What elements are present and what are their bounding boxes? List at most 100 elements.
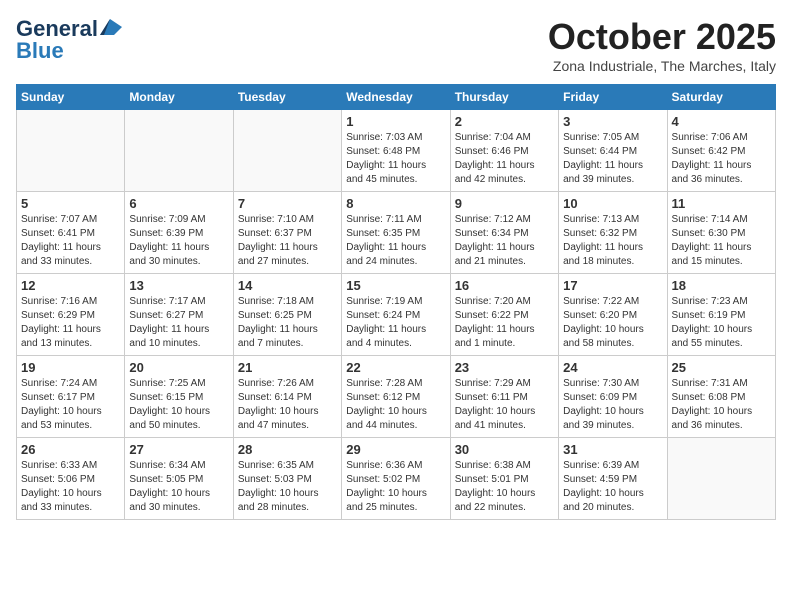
- day-number: 28: [238, 442, 337, 457]
- day-number: 14: [238, 278, 337, 293]
- calendar-week-row: 5 Sunrise: 7:07 AM Sunset: 6:41 PM Daylig…: [17, 192, 776, 274]
- day-number: 7: [238, 196, 337, 211]
- day-number: 24: [563, 360, 662, 375]
- calendar-day-14: 14 Sunrise: 7:18 AM Sunset: 6:25 PM Dayli…: [233, 274, 341, 356]
- calendar-day-6: 6 Sunrise: 7:09 AM Sunset: 6:39 PM Daylig…: [125, 192, 233, 274]
- calendar-table: SundayMondayTuesdayWednesdayThursdayFrid…: [16, 84, 776, 520]
- day-number: 31: [563, 442, 662, 457]
- calendar-day-3: 3Sunrise: 7:05 AM Sunset: 6:44 PM Daylig…: [559, 110, 667, 192]
- day-info: Sunrise: 7:06 AM Sunset: 6:42 PM Dayligh…: [672, 131, 771, 187]
- calendar-day-empty: [667, 438, 775, 520]
- day-info: Sunrise: 6:38 AM Sunset: 5:01 PM Dayligh…: [455, 459, 554, 515]
- weekday-header-monday: Monday: [125, 85, 233, 110]
- calendar-day-29: 29 Sunrise: 6:36 AM Sunset: 5:02 PM Dayli…: [342, 438, 450, 520]
- day-number: 16: [455, 278, 554, 293]
- day-number: 18: [672, 278, 771, 293]
- day-info: Sunrise: 7:13 AM Sunset: 6:32 PM Dayligh…: [563, 213, 662, 269]
- page-header: General Blue October 2025 Zona Industria…: [16, 16, 776, 74]
- day-info: Sunrise: 7:23 AM Sunset: 6:19 PM Dayligh…: [672, 295, 771, 351]
- calendar-day-17: 17 Sunrise: 7:22 AM Sunset: 6:20 PM Dayli…: [559, 274, 667, 356]
- day-info: Sunrise: 7:12 AM Sunset: 6:34 PM Dayligh…: [455, 213, 554, 269]
- day-info: Sunrise: 7:31 AM Sunset: 6:08 PM Dayligh…: [672, 377, 771, 433]
- calendar-week-row: 19 Sunrise: 7:24 AM Sunset: 6:17 PM Dayli…: [17, 356, 776, 438]
- calendar-week-row: 12Sunrise: 7:16 AM Sunset: 6:29 PM Dayli…: [17, 274, 776, 356]
- day-info: Sunrise: 7:20 AM Sunset: 6:22 PM Dayligh…: [455, 295, 554, 351]
- day-info: Sunrise: 6:33 AM Sunset: 5:06 PM Dayligh…: [21, 459, 120, 515]
- calendar-day-5: 5 Sunrise: 7:07 AM Sunset: 6:41 PM Daylig…: [17, 192, 125, 274]
- location-subtitle: Zona Industriale, The Marches, Italy: [548, 58, 776, 74]
- day-info: Sunrise: 7:11 AM Sunset: 6:35 PM Dayligh…: [346, 213, 445, 269]
- logo: General Blue: [16, 16, 122, 64]
- calendar-day-4: 4 Sunrise: 7:06 AM Sunset: 6:42 PM Daylig…: [667, 110, 775, 192]
- day-number: 23: [455, 360, 554, 375]
- day-number: 26: [21, 442, 120, 457]
- day-info: Sunrise: 7:07 AM Sunset: 6:41 PM Dayligh…: [21, 213, 120, 269]
- day-number: 4: [672, 114, 771, 129]
- calendar-day-empty: [17, 110, 125, 192]
- day-info: Sunrise: 7:16 AM Sunset: 6:29 PM Dayligh…: [21, 295, 120, 351]
- day-info: Sunrise: 7:19 AM Sunset: 6:24 PM Dayligh…: [346, 295, 445, 351]
- day-info: Sunrise: 7:17 AM Sunset: 6:27 PM Dayligh…: [129, 295, 228, 351]
- day-info: Sunrise: 6:36 AM Sunset: 5:02 PM Dayligh…: [346, 459, 445, 515]
- day-number: 8: [346, 196, 445, 211]
- calendar-week-row: 1 Sunrise: 7:03 AM Sunset: 6:48 PM Daylig…: [17, 110, 776, 192]
- calendar-day-empty: [125, 110, 233, 192]
- day-info: Sunrise: 7:22 AM Sunset: 6:20 PM Dayligh…: [563, 295, 662, 351]
- calendar-day-13: 13 Sunrise: 7:17 AM Sunset: 6:27 PM Dayli…: [125, 274, 233, 356]
- month-title: October 2025: [548, 16, 776, 58]
- day-number: 1: [346, 114, 445, 129]
- day-info: Sunrise: 7:09 AM Sunset: 6:39 PM Dayligh…: [129, 213, 228, 269]
- day-number: 15: [346, 278, 445, 293]
- day-info: Sunrise: 7:29 AM Sunset: 6:11 PM Dayligh…: [455, 377, 554, 433]
- day-info: Sunrise: 7:24 AM Sunset: 6:17 PM Dayligh…: [21, 377, 120, 433]
- day-info: Sunrise: 7:28 AM Sunset: 6:12 PM Dayligh…: [346, 377, 445, 433]
- calendar-day-1: 1 Sunrise: 7:03 AM Sunset: 6:48 PM Daylig…: [342, 110, 450, 192]
- title-block: October 2025 Zona Industriale, The March…: [548, 16, 776, 74]
- weekday-header-row: SundayMondayTuesdayWednesdayThursdayFrid…: [17, 85, 776, 110]
- calendar-day-30: 30 Sunrise: 6:38 AM Sunset: 5:01 PM Dayli…: [450, 438, 558, 520]
- day-info: Sunrise: 6:35 AM Sunset: 5:03 PM Dayligh…: [238, 459, 337, 515]
- calendar-day-10: 10Sunrise: 7:13 AM Sunset: 6:32 PM Dayli…: [559, 192, 667, 274]
- calendar-day-31: 31 Sunrise: 6:39 AM Sunset: 4:59 PM Dayli…: [559, 438, 667, 520]
- calendar-day-2: 2 Sunrise: 7:04 AM Sunset: 6:46 PM Daylig…: [450, 110, 558, 192]
- calendar-day-8: 8 Sunrise: 7:11 AM Sunset: 6:35 PM Daylig…: [342, 192, 450, 274]
- day-info: Sunrise: 7:18 AM Sunset: 6:25 PM Dayligh…: [238, 295, 337, 351]
- day-number: 13: [129, 278, 228, 293]
- calendar-day-25: 25 Sunrise: 7:31 AM Sunset: 6:08 PM Dayli…: [667, 356, 775, 438]
- weekday-header-saturday: Saturday: [667, 85, 775, 110]
- day-info: Sunrise: 6:39 AM Sunset: 4:59 PM Dayligh…: [563, 459, 662, 515]
- calendar-day-22: 22 Sunrise: 7:28 AM Sunset: 6:12 PM Dayli…: [342, 356, 450, 438]
- weekday-header-friday: Friday: [559, 85, 667, 110]
- calendar-day-9: 9 Sunrise: 7:12 AM Sunset: 6:34 PM Daylig…: [450, 192, 558, 274]
- calendar-day-20: 20Sunrise: 7:25 AM Sunset: 6:15 PM Dayli…: [125, 356, 233, 438]
- day-number: 5: [21, 196, 120, 211]
- day-number: 25: [672, 360, 771, 375]
- day-number: 30: [455, 442, 554, 457]
- day-number: 2: [455, 114, 554, 129]
- calendar-day-26: 26 Sunrise: 6:33 AM Sunset: 5:06 PM Dayli…: [17, 438, 125, 520]
- weekday-header-wednesday: Wednesday: [342, 85, 450, 110]
- day-number: 29: [346, 442, 445, 457]
- day-number: 6: [129, 196, 228, 211]
- logo-text-blue: Blue: [16, 38, 64, 64]
- calendar-day-16: 16 Sunrise: 7:20 AM Sunset: 6:22 PM Dayli…: [450, 274, 558, 356]
- day-info: Sunrise: 7:04 AM Sunset: 6:46 PM Dayligh…: [455, 131, 554, 187]
- day-number: 9: [455, 196, 554, 211]
- day-number: 20: [129, 360, 228, 375]
- day-info: Sunrise: 7:03 AM Sunset: 6:48 PM Dayligh…: [346, 131, 445, 187]
- calendar-day-21: 21 Sunrise: 7:26 AM Sunset: 6:14 PM Dayli…: [233, 356, 341, 438]
- day-info: Sunrise: 7:10 AM Sunset: 6:37 PM Dayligh…: [238, 213, 337, 269]
- day-number: 11: [672, 196, 771, 211]
- calendar-day-27: 27Sunrise: 6:34 AM Sunset: 5:05 PM Dayli…: [125, 438, 233, 520]
- calendar-day-28: 28 Sunrise: 6:35 AM Sunset: 5:03 PM Dayli…: [233, 438, 341, 520]
- weekday-header-sunday: Sunday: [17, 85, 125, 110]
- day-info: Sunrise: 7:05 AM Sunset: 6:44 PM Dayligh…: [563, 131, 662, 187]
- day-number: 21: [238, 360, 337, 375]
- calendar-day-12: 12Sunrise: 7:16 AM Sunset: 6:29 PM Dayli…: [17, 274, 125, 356]
- weekday-header-tuesday: Tuesday: [233, 85, 341, 110]
- day-number: 22: [346, 360, 445, 375]
- day-number: 17: [563, 278, 662, 293]
- day-number: 19: [21, 360, 120, 375]
- day-info: Sunrise: 6:34 AM Sunset: 5:05 PM Dayligh…: [129, 459, 228, 515]
- day-info: Sunrise: 7:26 AM Sunset: 6:14 PM Dayligh…: [238, 377, 337, 433]
